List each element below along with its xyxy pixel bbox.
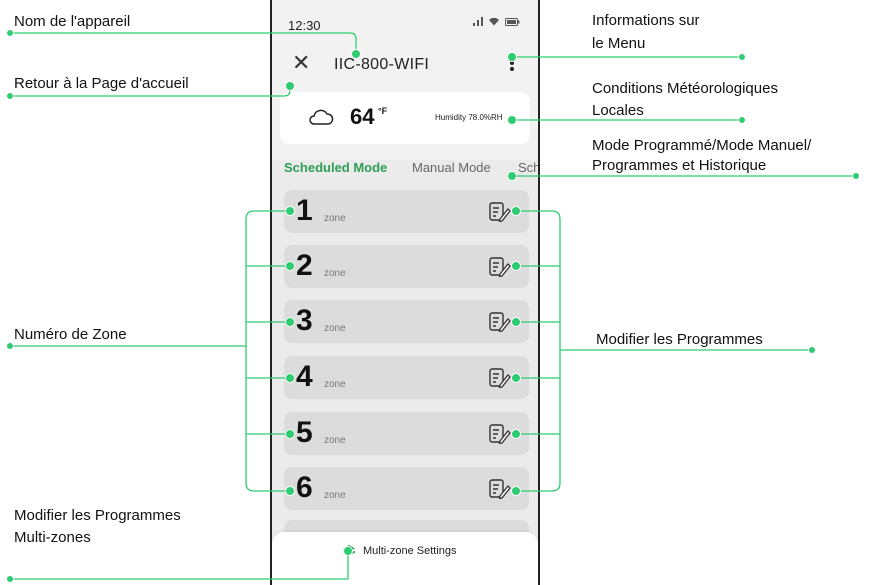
annotation-modes-line2: Programmes et Historique <box>592 157 767 174</box>
annotation-modes-line1: Mode Programmé/Mode Manuel/ <box>592 137 812 154</box>
annotation-home: Retour à la Page d'accueil <box>14 75 189 92</box>
annotation-edit-programs: Modifier les Programmes <box>596 331 763 348</box>
annotation-menu-line2: le Menu <box>592 35 646 52</box>
annotation-multizone-line1: Modifier les Programmes <box>14 507 181 524</box>
annotation-weather-line2: Locales <box>592 102 644 119</box>
annotation-menu-line1: Informations sur <box>592 12 700 29</box>
annotation-device-name: Nom de l'appareil <box>14 13 131 30</box>
annotation-zone-number: Numéro de Zone <box>14 326 127 343</box>
annotation-weather-line1: Conditions Météorologiques <box>592 80 778 97</box>
annotation-multizone-line2: Multi-zones <box>14 529 91 546</box>
